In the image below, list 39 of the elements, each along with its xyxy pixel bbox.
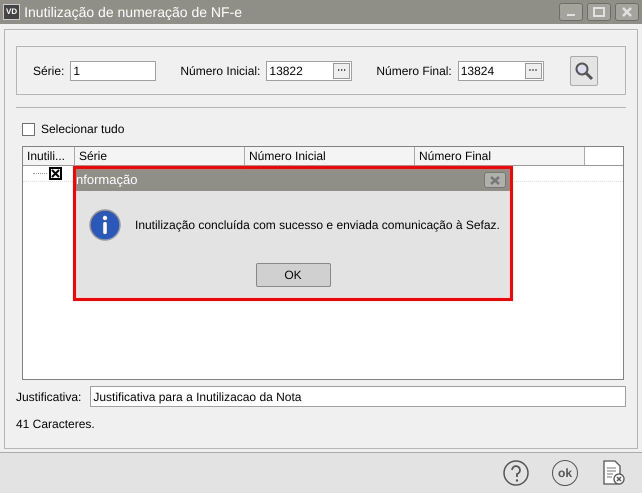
minimize-icon [567,14,575,16]
search-button[interactable] [570,56,598,86]
close-icon [621,7,633,17]
column-header[interactable]: Número Inicial [245,147,415,165]
series-field[interactable]: 1 [70,60,156,80]
maximize-button[interactable] [587,3,611,21]
column-header[interactable]: Número Final [415,147,585,165]
checkbox[interactable] [49,167,62,180]
ok-button[interactable]: OK [256,263,330,287]
info-icon [89,209,121,241]
number-field[interactable]: 13824 ··· [458,60,544,80]
character-count: 41 Caracteres. [16,416,96,433]
help-button[interactable] [502,459,530,487]
minimize-button[interactable] [559,3,583,21]
checkbox[interactable] [22,122,35,136]
justification-field[interactable]: Justificativa para a Inutilizacao da Nota [90,386,626,407]
dialog-message: Inutilização concluída com sucesso e enviada comunicação à Sefaz. [135,217,500,234]
document-close-icon [602,460,626,486]
maximize-icon [593,7,605,17]
lookup-button[interactable]: ··· [333,62,350,78]
field-value: 13824 [460,62,496,80]
field-label: Justificativa: [16,388,82,406]
field-value: 13822 [269,62,304,80]
column-header[interactable]: Série [75,147,245,165]
number-field[interactable]: 13822 ··· [266,60,352,80]
dialog-title: nformação [76,171,138,190]
field-label: Série: [33,62,64,80]
ok-button[interactable]: ok [552,460,578,486]
field-label: Número Inicial: [180,62,260,80]
help-icon [503,460,529,486]
lookup-button[interactable]: ··· [524,62,542,78]
window-title: Inutilização de numeração de NF-e [24,2,244,22]
app-badge: VD [3,4,20,20]
column-header[interactable]: Inutili... [23,147,75,165]
search-icon [574,60,594,80]
close-button[interactable] [615,3,639,21]
close-icon [490,176,500,184]
field-label: Número Final: [376,62,452,80]
checkbox-label: Selecionar tudo [41,121,124,138]
